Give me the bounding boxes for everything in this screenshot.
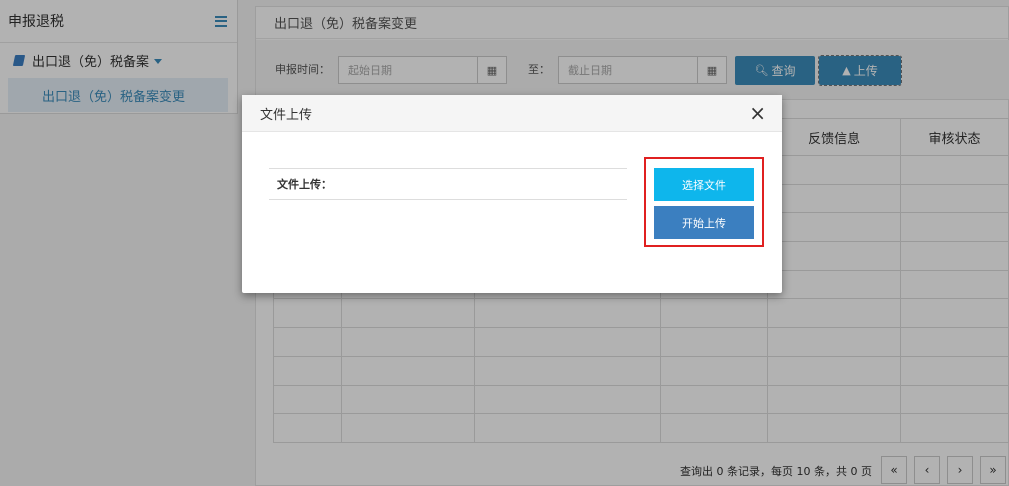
close-icon[interactable]: × (749, 103, 766, 123)
start-upload-button[interactable]: 开始上传 (654, 206, 754, 239)
modal-header: 文件上传 × (242, 95, 782, 132)
modal-title: 文件上传 (260, 107, 313, 123)
file-upload-label: 文件上传： (277, 178, 332, 191)
file-upload-field: 文件上传： (269, 168, 627, 200)
select-file-button[interactable]: 选择文件 (654, 168, 754, 201)
file-upload-dialog: 文件上传 × 文件上传： 选择文件 开始上传 (242, 95, 782, 293)
